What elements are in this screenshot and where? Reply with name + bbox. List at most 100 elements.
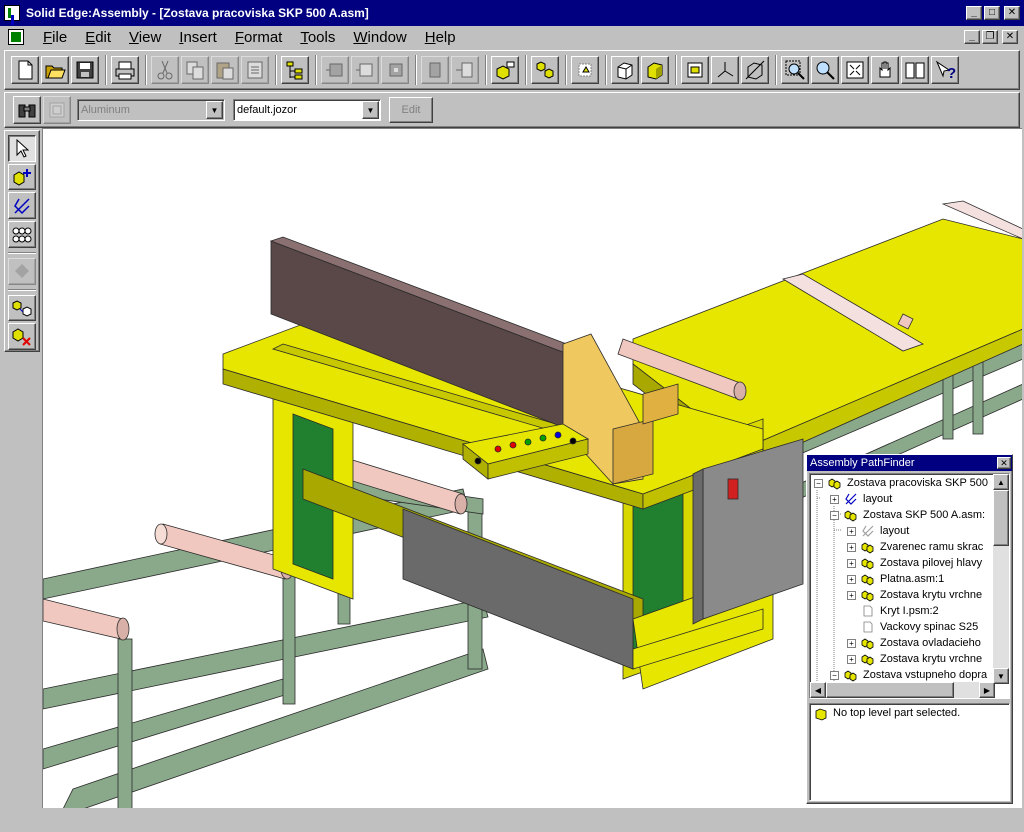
menu-format[interactable]: Format	[226, 29, 292, 46]
minimize-button[interactable]: _	[966, 6, 982, 20]
assembly-icon	[844, 670, 857, 682]
insert-icon[interactable]	[381, 56, 409, 84]
pattern-icon[interactable]	[8, 221, 36, 248]
collapse-icon[interactable]: −	[814, 478, 823, 488]
save-icon[interactable]	[71, 56, 99, 84]
help-icon[interactable]: ?	[931, 56, 959, 84]
document-icon[interactable]	[8, 29, 24, 45]
coordinate-icon[interactable]	[711, 56, 739, 84]
part-painter-icon[interactable]	[43, 96, 71, 124]
svg-text:?: ?	[947, 65, 956, 81]
menu-file[interactable]: File	[34, 29, 76, 46]
scroll-right-button[interactable]: ▶	[979, 682, 995, 698]
expand-icon[interactable]: +	[847, 526, 856, 536]
title-bar: Solid Edge:Assembly - [Zostava pracovisk…	[0, 0, 1024, 26]
tree-item[interactable]: + layout	[830, 491, 892, 507]
tree-vertical-scrollbar[interactable]: ▲ ▼	[993, 474, 1009, 684]
scroll-thumb[interactable]	[993, 490, 1009, 546]
select-icon[interactable]	[8, 135, 36, 162]
properties-icon[interactable]	[571, 56, 599, 84]
main-toolbar: ?	[4, 50, 1020, 90]
pathfinder-icon[interactable]	[281, 56, 309, 84]
menu-view[interactable]: View	[120, 29, 170, 46]
flash-fit-icon[interactable]	[451, 56, 479, 84]
view-orientation-icon[interactable]	[741, 56, 769, 84]
feature-icon[interactable]	[8, 257, 36, 285]
solid-icon[interactable]	[641, 56, 669, 84]
copy-icon[interactable]	[181, 56, 209, 84]
place-part-icon[interactable]	[491, 56, 519, 84]
scroll-left-button[interactable]: ◀	[810, 682, 826, 698]
binoculars-icon[interactable]	[13, 96, 41, 124]
menu-help[interactable]: Help	[416, 29, 465, 46]
collapse-icon[interactable]: −	[830, 510, 839, 520]
doc-minimize-button[interactable]: _	[964, 30, 980, 44]
menu-edit[interactable]: Edit	[76, 29, 120, 46]
align-icon[interactable]	[321, 56, 349, 84]
solid-edge-app-icon[interactable]	[4, 5, 20, 21]
tree-item[interactable]: + Platna.asm:1	[847, 571, 944, 587]
menu-window[interactable]: Window	[344, 29, 415, 46]
menu-tools[interactable]: Tools	[291, 29, 344, 46]
chevron-down-icon[interactable]: ▼	[362, 101, 379, 119]
paste-special-icon[interactable]	[241, 56, 269, 84]
replace-part-icon[interactable]	[8, 294, 36, 322]
tree-item[interactable]: + Zostava krytu vrchne	[847, 587, 982, 603]
book-icon[interactable]	[901, 56, 929, 84]
expand-icon[interactable]: +	[847, 558, 856, 568]
zoom-icon[interactable]	[811, 56, 839, 84]
close-button[interactable]: ✕	[1004, 6, 1020, 20]
toolbar-separator	[775, 55, 777, 85]
place-part-icon[interactable]	[8, 163, 36, 191]
expand-icon[interactable]: +	[847, 542, 856, 552]
axial-align-icon[interactable]	[421, 56, 449, 84]
menu-insert[interactable]: Insert	[170, 29, 226, 46]
chevron-down-icon[interactable]: ▼	[206, 101, 223, 119]
collapse-icon[interactable]: −	[830, 670, 839, 680]
material-combo[interactable]: Aluminum ▼	[77, 99, 225, 121]
doc-close-button[interactable]: ✕	[1002, 30, 1018, 44]
tree-item[interactable]: − Zostava SKP 500 A.asm:	[830, 507, 985, 523]
pathfinder-close-button[interactable]: ✕	[997, 457, 1011, 469]
tree-item[interactable]: + Zvarenec ramu skrac	[847, 539, 983, 555]
new-icon[interactable]	[11, 56, 39, 84]
filter-icon[interactable]	[681, 56, 709, 84]
shaded-icon[interactable]	[611, 56, 639, 84]
zoom-area-icon[interactable]	[781, 56, 809, 84]
expand-icon[interactable]: +	[847, 638, 856, 648]
tree-item[interactable]: + Zostava krytu vrchne	[847, 651, 982, 667]
scroll-up-button[interactable]: ▲	[993, 474, 1009, 490]
edit-style-button[interactable]: Edit	[389, 97, 433, 123]
paste-icon[interactable]	[211, 56, 239, 84]
expand-icon[interactable]: +	[847, 574, 856, 584]
print-icon[interactable]	[111, 56, 139, 84]
style-combo[interactable]: default.jozor ▼	[233, 99, 381, 121]
part-icon	[863, 621, 873, 633]
scroll-down-button[interactable]: ▼	[993, 668, 1009, 684]
layout-icon[interactable]	[8, 192, 36, 220]
tree-item[interactable]: + layout	[847, 523, 909, 539]
tree-item[interactable]: Vackovy spinac S25	[847, 619, 978, 635]
tree-item[interactable]: − Zostava vstupneho dopra	[830, 667, 987, 683]
expand-icon[interactable]: +	[830, 494, 839, 504]
delete-part-icon[interactable]	[8, 323, 36, 351]
expand-icon[interactable]: +	[847, 654, 856, 664]
doc-restore-button[interactable]: ❐	[982, 30, 998, 44]
toolbar-separator	[8, 288, 36, 291]
mate-icon[interactable]	[351, 56, 379, 84]
scroll-thumb[interactable]	[826, 682, 954, 698]
cut-icon[interactable]	[151, 56, 179, 84]
expand-icon[interactable]: +	[847, 590, 856, 600]
tree-item[interactable]: + Zostava pilovej hlavy	[847, 555, 982, 571]
open-icon[interactable]	[41, 56, 69, 84]
maximize-button[interactable]: □	[984, 6, 1000, 20]
assembly-icon	[861, 558, 874, 570]
tree-horizontal-scrollbar[interactable]: ◀ ▶	[810, 682, 995, 698]
fit-icon[interactable]	[841, 56, 869, 84]
move-parts-icon[interactable]	[531, 56, 559, 84]
tree-item[interactable]: + Zostava ovladacieho	[847, 635, 981, 651]
pan-icon[interactable]	[871, 56, 899, 84]
toolbar-separator	[605, 55, 607, 85]
tree-item[interactable]: − Zostava pracoviska SKP 500	[814, 475, 988, 491]
tree-item[interactable]: Kryt I.psm:2	[847, 603, 939, 619]
